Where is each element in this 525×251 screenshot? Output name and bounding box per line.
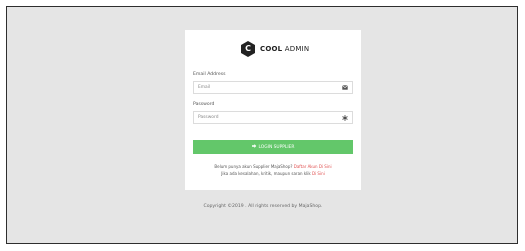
brand-name-bold: COOL [260, 45, 283, 53]
browser-viewport: C COOL ADMIN Email Address Email Passwor… [6, 6, 518, 244]
feedback-text: Jika ada kesalahan, kritik, maupun saran… [221, 171, 311, 176]
asterisk-icon [337, 112, 352, 123]
login-button-label: LOGIN SUPPLIER [258, 144, 295, 150]
envelope-icon [337, 82, 352, 93]
register-text: Belum punya akun Supplier MajaShop? [214, 164, 293, 169]
password-field[interactable]: Password [193, 111, 353, 124]
password-placeholder: Password [198, 115, 219, 120]
sign-in-icon [251, 144, 257, 150]
brand-logo: C COOL ADMIN [241, 40, 309, 58]
logo-letter: C [245, 44, 251, 53]
email-label: Email Address [193, 72, 226, 77]
email-field[interactable]: Email [193, 81, 353, 94]
brand-name: COOL ADMIN [260, 45, 309, 53]
login-supplier-button[interactable]: LOGIN SUPPLIER [193, 140, 353, 154]
password-label: Password [193, 102, 215, 107]
feedback-info: Jika ada kesalahan, kritik, maupun saran… [185, 171, 361, 176]
email-placeholder: Email [198, 85, 211, 90]
footer-copyright: Copyright ©2019 . All rights reserved by… [203, 204, 323, 209]
register-info: Belum punya akun Supplier MajaShop? Daft… [185, 164, 361, 169]
logo-hexagon-icon: C [241, 41, 255, 57]
register-link[interactable]: Daftar Akun Di Sini [294, 164, 332, 169]
login-card: C COOL ADMIN Email Address Email Passwor… [185, 30, 361, 190]
brand-name-light: ADMIN [284, 45, 310, 53]
feedback-link[interactable]: Di Sini [312, 171, 325, 176]
